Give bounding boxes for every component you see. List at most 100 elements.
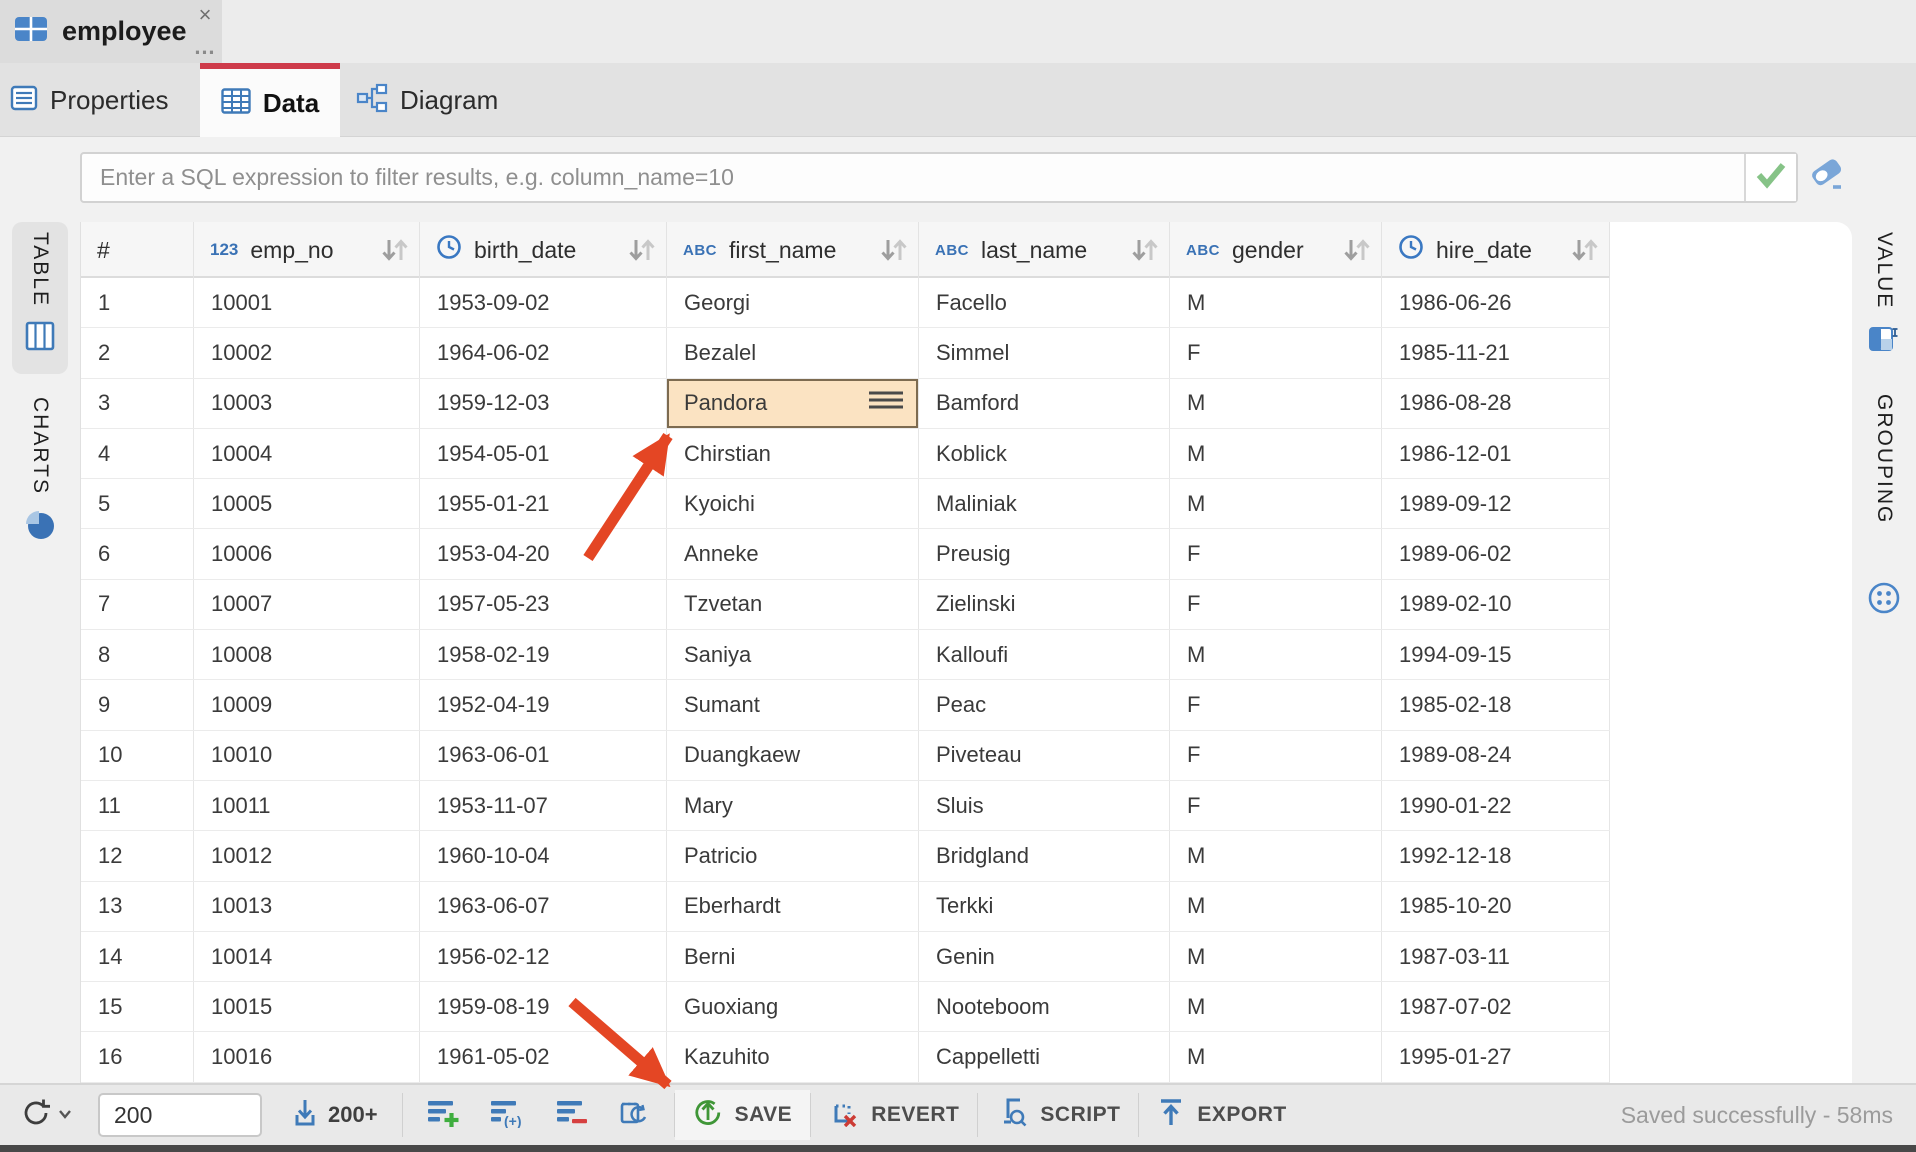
cell-birth_date[interactable]: 1957-05-23 <box>420 580 667 629</box>
cell-first_name[interactable]: Duangkaew <box>667 731 919 780</box>
tab-diagram[interactable]: Diagram <box>356 63 498 137</box>
cell-first_name[interactable]: Chirstian <box>667 429 919 478</box>
cell-hire_date[interactable]: 1986-12-01 <box>1382 429 1610 478</box>
refresh-row-button[interactable] <box>618 1098 648 1133</box>
cell-row_number[interactable]: 10 <box>81 731 194 780</box>
cell-last_name[interactable]: Facello <box>919 278 1170 327</box>
cell-gender[interactable]: M <box>1170 1032 1382 1081</box>
cell-gender[interactable]: M <box>1170 479 1382 528</box>
cell-emp_no[interactable]: 10009 <box>194 680 420 729</box>
cell-row_number[interactable]: 13 <box>81 882 194 931</box>
cell-row_number[interactable]: 14 <box>81 932 194 981</box>
cell-first_name[interactable]: Kazuhito <box>667 1032 919 1081</box>
cell-birth_date[interactable]: 1959-08-19 <box>420 982 667 1031</box>
cell-row_number[interactable]: 5 <box>81 479 194 528</box>
close-icon[interactable]: × <box>192 2 218 28</box>
cell-birth_date[interactable]: 1963-06-07 <box>420 882 667 931</box>
cell-last_name[interactable]: Simmel <box>919 328 1170 377</box>
rail-tab-grouping[interactable]: GROUPING <box>1858 394 1910 621</box>
cell-last_name[interactable]: Cappelletti <box>919 1032 1170 1081</box>
cell-hire_date[interactable]: 1995-01-27 <box>1382 1032 1610 1081</box>
cell-last_name[interactable]: Zielinski <box>919 580 1170 629</box>
cell-first_name[interactable]: Sumant <box>667 680 919 729</box>
cell-row_number[interactable]: 4 <box>81 429 194 478</box>
cell-hire_date[interactable]: 1989-06-02 <box>1382 529 1610 578</box>
cell-birth_date[interactable]: 1956-02-12 <box>420 932 667 981</box>
cell-emp_no[interactable]: 10002 <box>194 328 420 377</box>
cell-birth_date[interactable]: 1963-06-01 <box>420 731 667 780</box>
column-header-birth_date[interactable]: birth_date <box>420 222 667 278</box>
cell-birth_date[interactable]: 1952-04-19 <box>420 680 667 729</box>
cell-gender[interactable]: M <box>1170 379 1382 428</box>
cell-row_number[interactable]: 12 <box>81 831 194 880</box>
refresh-button[interactable] <box>20 1097 72 1134</box>
cell-emp_no[interactable]: 10005 <box>194 479 420 528</box>
cell-birth_date[interactable]: 1961-05-02 <box>420 1032 667 1081</box>
cell-hire_date[interactable]: 1985-02-18 <box>1382 680 1610 729</box>
tab-data[interactable]: Data <box>200 63 340 137</box>
cell-row_number[interactable]: 2 <box>81 328 194 377</box>
cell-gender[interactable]: F <box>1170 781 1382 830</box>
cell-birth_date[interactable]: 1964-06-02 <box>420 328 667 377</box>
cell-birth_date[interactable]: 1953-11-07 <box>420 781 667 830</box>
cell-row_number[interactable]: 16 <box>81 1032 194 1081</box>
cell-gender[interactable]: M <box>1170 630 1382 679</box>
cell-hire_date[interactable]: 1985-10-20 <box>1382 882 1610 931</box>
sql-filter-input[interactable] <box>82 154 1744 201</box>
cell-gender[interactable]: F <box>1170 580 1382 629</box>
cell-emp_no[interactable]: 10012 <box>194 831 420 880</box>
apply-filter-button[interactable] <box>1744 154 1796 201</box>
cell-first_name[interactable]: Mary <box>667 781 919 830</box>
cell-row_number[interactable]: 1 <box>81 278 194 327</box>
fetch-next-page-button[interactable]: 200+ <box>290 1098 378 1133</box>
cell-emp_no[interactable]: 10008 <box>194 630 420 679</box>
cell-last_name[interactable]: Maliniak <box>919 479 1170 528</box>
cell-hire_date[interactable]: 1989-08-24 <box>1382 731 1610 780</box>
column-header-gender[interactable]: ABCgender <box>1170 222 1382 278</box>
tab-properties[interactable]: Properties <box>10 63 169 137</box>
cell-last_name[interactable]: Nooteboom <box>919 982 1170 1031</box>
cell-first_name[interactable]: Georgi <box>667 278 919 327</box>
cell-first_name[interactable]: Berni <box>667 932 919 981</box>
cell-last_name[interactable]: Piveteau <box>919 731 1170 780</box>
cell-last_name[interactable]: Peac <box>919 680 1170 729</box>
cell-last_name[interactable]: Bridgland <box>919 831 1170 880</box>
cell-gender[interactable]: M <box>1170 429 1382 478</box>
cell-last_name[interactable]: Terkki <box>919 882 1170 931</box>
cell-hire_date[interactable]: 1989-09-12 <box>1382 479 1610 528</box>
cell-hire_date[interactable]: 1994-09-15 <box>1382 630 1610 679</box>
cell-last_name[interactable]: Sluis <box>919 781 1170 830</box>
script-button[interactable]: SCRIPT <box>978 1090 1138 1140</box>
cell-emp_no[interactable]: 10015 <box>194 982 420 1031</box>
cell-emp_no[interactable]: 10003 <box>194 379 420 428</box>
add-row-button[interactable] <box>427 1098 460 1133</box>
cell-gender[interactable]: M <box>1170 982 1382 1031</box>
cell-gender[interactable]: M <box>1170 882 1382 931</box>
rail-tab-charts[interactable]: CHARTS <box>12 393 68 565</box>
cell-last_name[interactable]: Bamford <box>919 379 1170 428</box>
cell-first_name[interactable]: Tzvetan <box>667 580 919 629</box>
cell-first_name[interactable]: Saniya <box>667 630 919 679</box>
row-count-input[interactable] <box>98 1093 262 1137</box>
cell-first_name[interactable]: Bezalel <box>667 328 919 377</box>
cell-row_number[interactable]: 8 <box>81 630 194 679</box>
cell-gender[interactable]: F <box>1170 680 1382 729</box>
cell-gender[interactable]: M <box>1170 831 1382 880</box>
cell-birth_date[interactable]: 1955-01-21 <box>420 479 667 528</box>
delete-row-button[interactable] <box>556 1098 588 1133</box>
cell-hire_date[interactable]: 1990-01-22 <box>1382 781 1610 830</box>
cell-emp_no[interactable]: 10001 <box>194 278 420 327</box>
cell-birth_date[interactable]: 1953-04-20 <box>420 529 667 578</box>
cell-last_name[interactable]: Kalloufi <box>919 630 1170 679</box>
cell-hire_date[interactable]: 1986-08-28 <box>1382 379 1610 428</box>
window-tab-employee[interactable]: employee × … <box>0 0 222 63</box>
cell-menu-icon[interactable] <box>868 389 904 417</box>
cell-emp_no[interactable]: 10011 <box>194 781 420 830</box>
cell-last_name[interactable]: Preusig <box>919 529 1170 578</box>
cell-first_name[interactable]: Anneke <box>667 529 919 578</box>
cell-gender[interactable]: F <box>1170 731 1382 780</box>
cell-row_number[interactable]: 6 <box>81 529 194 578</box>
cell-emp_no[interactable]: 10014 <box>194 932 420 981</box>
column-header-hire_date[interactable]: hire_date <box>1382 222 1610 278</box>
cell-first_name[interactable]: Kyoichi <box>667 479 919 528</box>
